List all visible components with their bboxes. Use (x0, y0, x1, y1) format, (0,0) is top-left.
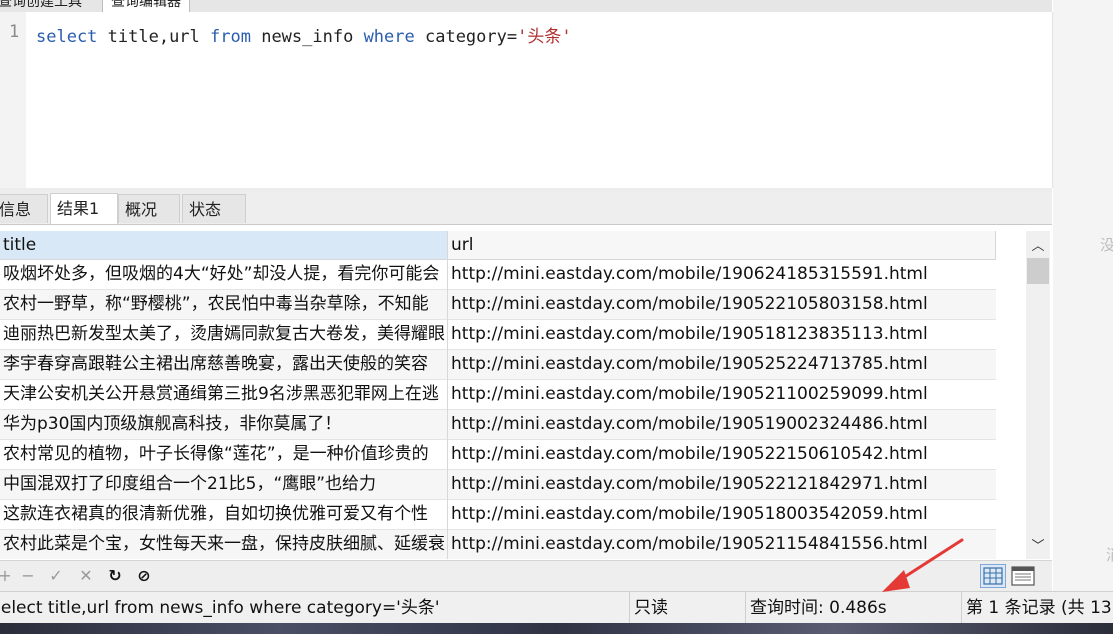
table-row[interactable]: 吸烟坏处多，但吸烟的4大“好处”却没人提，看完你可能会 http://mini.e… (0, 260, 996, 290)
cell-url[interactable]: http://mini.eastday.com/mobile/190624185… (451, 260, 995, 289)
table-row[interactable]: 农村一野草，称“野樱桃”，农民怕中毒当杂草除，不知能 http://mini.ea… (0, 290, 996, 320)
code-table: news_info (250, 27, 364, 47)
side-text-1: 没 (1100, 236, 1113, 254)
form-view-icon[interactable] (1010, 564, 1036, 588)
column-divider (447, 231, 448, 559)
code-string-value: '头条' (517, 27, 572, 47)
table-row[interactable]: 李宇春穿高跟鞋公主裙出席慈善晚宴，露出天使般的笑容 http://mini.eas… (0, 350, 996, 380)
cell-url[interactable]: http://mini.eastday.com/mobile/190519002… (451, 410, 995, 439)
cell-url[interactable]: http://mini.eastday.com/mobile/190525224… (451, 350, 995, 379)
background-window: 没 消 (1053, 0, 1113, 591)
tab-query-editor[interactable]: 查询编辑器 (102, 0, 190, 12)
table-row[interactable]: 华为p30国内顶级旗舰高科技，非你莫属了！ http://mini.eastday… (0, 410, 996, 440)
column-header-url[interactable]: url (448, 231, 996, 260)
cell-url[interactable]: http://mini.eastday.com/mobile/190521100… (451, 380, 995, 409)
side-text-2: 消 (1106, 544, 1113, 565)
cell-title[interactable]: 华为p30国内顶级旗舰高科技，非你莫属了！ (3, 410, 447, 439)
table-row[interactable]: 农村此菜是个宝，女性每天来一盘，保持皮肤细腻、延缓衰 http://mini.ea… (0, 530, 996, 559)
cell-url[interactable]: http://mini.eastday.com/mobile/190518003… (451, 500, 995, 529)
cell-url[interactable]: http://mini.eastday.com/mobile/190522105… (451, 290, 995, 319)
cell-title[interactable]: 天津公安机关公开悬赏通缉第三批9名涉黑恶犯罪网上在逃 (3, 380, 447, 409)
cell-title[interactable]: 农村此菜是个宝，女性每天来一盘，保持皮肤细腻、延缓衰 (3, 530, 447, 559)
scroll-down-icon[interactable]: ﹀ (1026, 535, 1050, 555)
tab-message[interactable]: 信息 (0, 194, 48, 223)
table-row[interactable]: 天津公安机关公开悬赏通缉第三批9名涉黑恶犯罪网上在逃 http://mini.ea… (0, 380, 996, 410)
tab-profile[interactable]: 概况 (118, 194, 180, 223)
editor-tabs: 查询创建工具 查询编辑器 (0, 0, 1052, 12)
tab-result-1[interactable]: 结果1 (50, 193, 118, 224)
refresh-icon[interactable]: ↻ (104, 565, 126, 587)
vertical-scrollbar[interactable]: ︿ ﹀ (1026, 231, 1050, 559)
cell-title[interactable]: 李宇春穿高跟鞋公主裙出席慈善晚宴，露出天使般的笑容 (3, 350, 447, 379)
scroll-up-icon[interactable]: ︿ (1026, 235, 1050, 255)
apply-changes-icon[interactable]: ✓ (45, 565, 67, 587)
table-row[interactable]: 迪丽热巴新发型太美了，烫唐嫣同款复古大卷发，美得耀眼 http://mini.ea… (0, 320, 996, 350)
scroll-thumb[interactable] (1027, 258, 1049, 284)
annotation-arrow-icon (882, 538, 964, 592)
desktop-background (0, 623, 1113, 634)
status-record-count: 第 1 条记录 (共 13 条) (966, 598, 1113, 618)
code-columns: title,url (97, 27, 211, 47)
keyword-select: select (36, 27, 98, 47)
table-row[interactable]: 农村常见的植物，叶子长得像“莲花”，是一种价值珍贵的 http://mini.ea… (0, 440, 996, 470)
sql-editor[interactable]: 1 select title,url from news_info where … (0, 12, 1053, 188)
cell-title[interactable]: 这款连衣裙真的很清新优雅，自如切换优雅可爱又有个性 (3, 500, 447, 529)
sql-code-line[interactable]: select title,url from news_info where ca… (36, 22, 572, 47)
status-sql: select title,url from news_info where ca… (0, 592, 630, 624)
delete-record-icon[interactable]: − (17, 565, 39, 587)
result-tabs: 信息 结果1 概况 状态 (0, 192, 1052, 225)
cell-title[interactable]: 农村一野草，称“野樱桃”，农民怕中毒当杂草除，不知能 (3, 290, 447, 319)
cell-title[interactable]: 中国混双打了印度组合一个21比5，“鹰眼”也给力 (3, 470, 447, 499)
table-row[interactable]: 这款连衣裙真的很清新优雅，自如切换优雅可爱又有个性 http://mini.eas… (0, 500, 996, 530)
tab-query-builder[interactable]: 查询创建工具 (0, 0, 82, 12)
table-row[interactable]: 中国混双打了印度组合一个21比5，“鹰眼”也给力 http://mini.east… (0, 470, 996, 500)
grid-header: title url (0, 231, 996, 260)
stop-icon[interactable]: ⊘ (133, 565, 155, 587)
column-header-title[interactable]: title (0, 231, 448, 260)
cell-url[interactable]: http://mini.eastday.com/mobile/190522121… (451, 470, 995, 499)
tab-status[interactable]: 状态 (182, 194, 246, 223)
add-record-icon[interactable]: + (0, 565, 16, 587)
grid-view-icon[interactable] (980, 564, 1006, 588)
line-gutter: 1 (0, 12, 26, 188)
keyword-where: where (363, 27, 415, 47)
cell-url[interactable]: http://mini.eastday.com/mobile/190522150… (451, 440, 995, 469)
line-number: 1 (9, 22, 20, 42)
code-condition: category= (414, 27, 518, 47)
result-grid: title url 吸烟坏处多，但吸烟的4大“好处”却没人提，看完你可能会 htt… (0, 231, 996, 559)
grid-rows: 吸烟坏处多，但吸烟的4大“好处”却没人提，看完你可能会 http://mini.e… (0, 260, 996, 559)
cell-title[interactable]: 吸烟坏处多，但吸烟的4大“好处”却没人提，看完你可能会 (3, 260, 447, 289)
status-mode: 只读 (630, 592, 746, 624)
cell-title[interactable]: 农村常见的植物，叶子长得像“莲花”，是一种价值珍贵的 (3, 440, 447, 469)
cell-title[interactable]: 迪丽热巴新发型太美了，烫唐嫣同款复古大卷发，美得耀眼 (3, 320, 447, 349)
keyword-from: from (210, 27, 251, 47)
discard-changes-icon[interactable]: ✕ (75, 565, 97, 587)
cell-url[interactable]: http://mini.eastday.com/mobile/190518123… (451, 320, 995, 349)
